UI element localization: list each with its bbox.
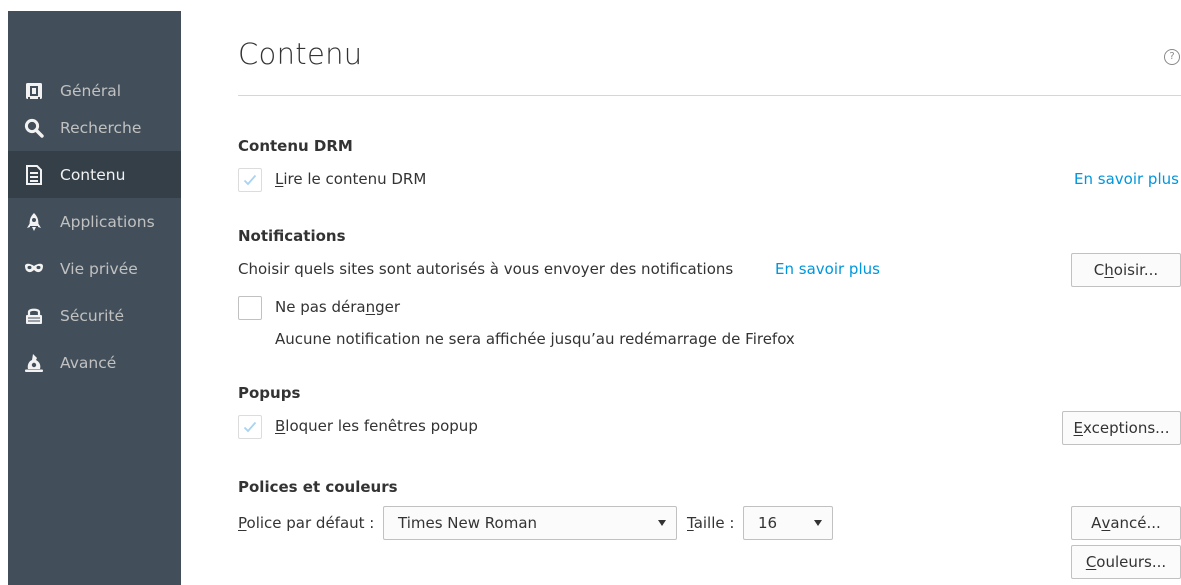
block-popups-checkbox[interactable] <box>238 415 262 439</box>
do-not-disturb-note: Aucune notification ne sera affichée jus… <box>275 330 795 348</box>
do-not-disturb-label[interactable]: Ne pas déranger <box>275 298 400 316</box>
fonts-section-title: Polices et couleurs <box>238 478 398 496</box>
drm-learn-more-link[interactable]: En savoir plus <box>1074 170 1179 188</box>
block-popups-label[interactable]: Bloquer les fenêtres popup <box>275 417 478 435</box>
applications-icon <box>24 212 44 232</box>
default-font-value: Times New Roman <box>398 514 538 532</box>
page-title: Contenu <box>238 37 363 71</box>
font-size-select[interactable]: 16 <box>743 506 833 540</box>
search-icon <box>24 118 44 138</box>
do-not-disturb-checkbox[interactable] <box>238 296 262 320</box>
popup-exceptions-button[interactable]: Exceptions... <box>1062 411 1181 445</box>
sidebar-item-applications[interactable]: Applications <box>8 198 181 245</box>
sidebar-item-label: Applications <box>60 212 155 231</box>
check-icon <box>243 174 257 186</box>
sidebar-item-content[interactable]: Contenu <box>8 151 181 198</box>
default-font-label: Police par défaut : <box>238 514 375 532</box>
default-font-select[interactable]: Times New Roman <box>383 506 677 540</box>
sidebar-item-label: Contenu <box>60 165 126 184</box>
sidebar-item-label: Général <box>60 81 122 100</box>
sidebar-item-label: Recherche <box>60 118 142 137</box>
check-icon <box>243 421 257 433</box>
security-icon <box>24 306 44 326</box>
drm-checkbox-label[interactable]: Lire le contenu DRM <box>275 170 426 188</box>
sidebar-item-label: Avancé <box>60 353 117 372</box>
choose-notifications-button[interactable]: Ch oisir... <box>1071 253 1181 287</box>
drm-checkbox[interactable] <box>238 168 262 192</box>
title-divider <box>238 95 1181 96</box>
notifications-description: Choisir quels sites sont autorisés à vou… <box>238 260 734 278</box>
content-icon <box>24 164 44 185</box>
sidebar-item-label: Sécurité <box>60 306 125 325</box>
drm-section-title: Contenu DRM <box>238 137 353 155</box>
font-size-value: 16 <box>758 514 778 532</box>
advanced-icon <box>24 353 44 373</box>
general-icon <box>24 81 44 101</box>
sidebar-item-label: Vie privée <box>60 259 138 278</box>
sidebar: Général Recherche Contenu Applications V… <box>8 11 181 585</box>
sidebar-item-advanced[interactable]: Avancé <box>8 339 181 386</box>
sidebar-item-security[interactable]: Sécurité <box>8 292 181 339</box>
advanced-fonts-button[interactable]: Av ancé... <box>1071 506 1181 540</box>
privacy-mask-icon <box>24 259 44 279</box>
notifications-section-title: Notifications <box>238 227 346 245</box>
help-icon[interactable]: ? <box>1164 49 1180 65</box>
colors-button[interactable]: Couleurs... <box>1071 545 1181 579</box>
font-size-label: Taille : <box>687 514 735 532</box>
popups-section-title: Popups <box>238 384 301 402</box>
main-content: Contenu ? Contenu DRM Lire le contenu DR… <box>238 0 1181 585</box>
notifications-learn-more-link[interactable]: En savoir plus <box>775 260 880 278</box>
chevron-down-icon <box>814 520 822 526</box>
sidebar-item-search[interactable]: Recherche <box>8 104 181 151</box>
sidebar-item-privacy[interactable]: Vie privée <box>8 245 181 292</box>
chevron-down-icon <box>658 520 666 526</box>
